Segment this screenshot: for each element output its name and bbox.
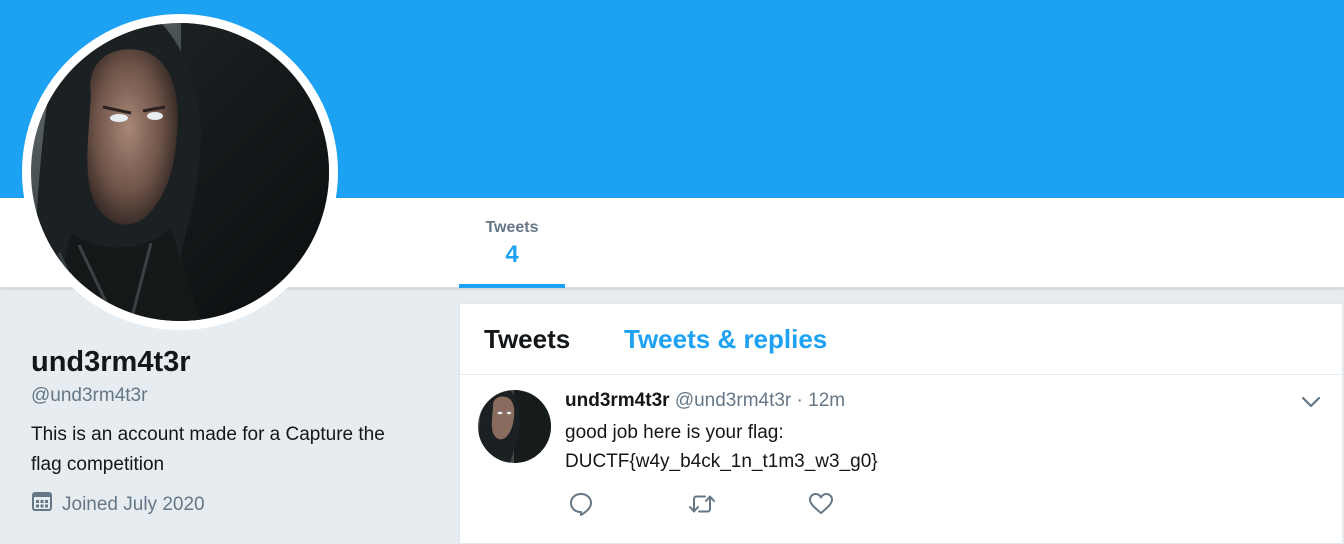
heart-icon[interactable] <box>808 491 928 517</box>
chevron-down-icon[interactable] <box>1300 391 1322 413</box>
tweet-separator: · <box>796 390 803 411</box>
profile-name[interactable]: und3rm4t3r <box>31 344 411 380</box>
timeline-tabs: Tweets Tweets & replies <box>460 304 1342 375</box>
profile-info: und3rm4t3r @und3rm4t3r This is an accoun… <box>31 344 411 520</box>
tweet-text: good job here is your flag: DUCTF{w4y_b4… <box>565 418 878 476</box>
joined-date: Joined July 2020 <box>62 494 205 515</box>
timeline: Tweets Tweets & replies und3rm4t3r @und3… <box>459 303 1343 544</box>
profile-avatar[interactable] <box>22 14 338 330</box>
tweet-author-handle[interactable]: @und3rm4t3r <box>675 390 791 411</box>
active-stat-underline <box>459 284 565 288</box>
tweet-timestamp[interactable]: 12m <box>808 390 845 411</box>
tweet-header: und3rm4t3r @und3rm4t3r · 12m <box>565 389 845 413</box>
tweet-text-line: good job here is your flag: <box>565 422 784 443</box>
profile-joined: Joined July 2020 <box>31 490 411 520</box>
tweets-count-label: Tweets <box>485 219 539 236</box>
tab-tweets-and-replies[interactable]: Tweets & replies <box>624 324 827 355</box>
profile-handle[interactable]: @und3rm4t3r <box>31 384 411 408</box>
profile-bio: This is an account made for a Capture th… <box>31 424 385 475</box>
tab-tweets[interactable]: Tweets <box>484 324 570 355</box>
reply-icon[interactable] <box>568 491 688 517</box>
tweet[interactable]: und3rm4t3r @und3rm4t3r · 12m good job he… <box>460 375 1342 544</box>
tweet-avatar[interactable] <box>478 390 551 463</box>
avatar-image <box>31 23 329 321</box>
tweet-actions <box>568 491 928 517</box>
tweet-author-name[interactable]: und3rm4t3r <box>565 390 670 411</box>
tweets-count-value: 4 <box>505 241 519 268</box>
retweet-icon[interactable] <box>688 491 808 517</box>
calendar-icon <box>31 490 53 520</box>
tweet-text-line: DUCTF{w4y_b4ck_1n_t1m3_w3_g0} <box>565 451 878 472</box>
tweets-count-stat[interactable]: Tweets 4 <box>459 198 565 288</box>
